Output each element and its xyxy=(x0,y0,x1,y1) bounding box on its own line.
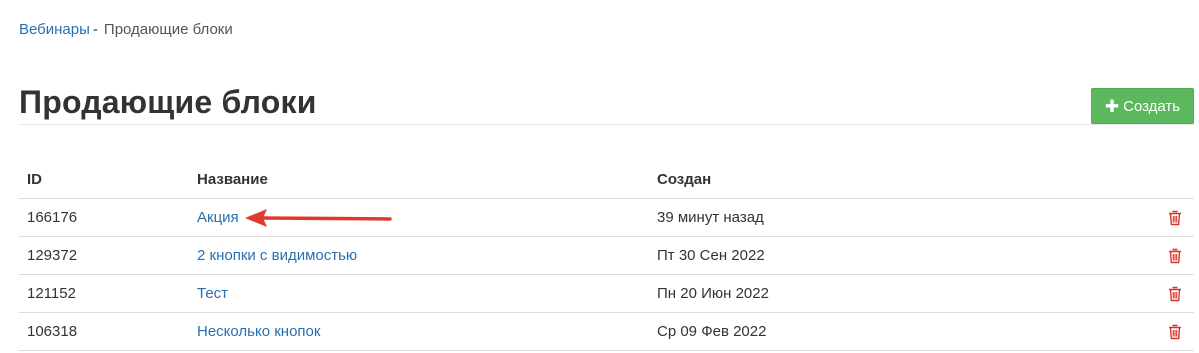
row-created: Пт 30 Сен 2022 xyxy=(649,236,1138,275)
column-header-created: Создан xyxy=(649,160,1138,199)
breadcrumb-separator: - xyxy=(92,21,98,38)
trash-icon[interactable] xyxy=(1168,210,1182,226)
page-header: Продающие блоки ✚ Создать xyxy=(19,78,1194,125)
table-row: 166176 Акция 39 минут назад xyxy=(19,198,1194,237)
column-header-name: Название xyxy=(189,160,649,199)
trash-icon[interactable] xyxy=(1168,286,1182,302)
row-id: 106318 xyxy=(19,312,189,351)
table-row: 129372 2 кнопки с видимостью Пт 30 Сен 2… xyxy=(19,236,1194,275)
row-created: Пн 20 Июн 2022 xyxy=(649,274,1138,313)
page-title: Продающие блоки xyxy=(19,84,317,120)
row-name-link[interactable]: 2 кнопки с видимостью xyxy=(197,247,357,264)
table-row: 121152 Тест Пн 20 Июн 2022 xyxy=(19,274,1194,313)
breadcrumb: Вебинары - Продающие блоки xyxy=(19,20,233,40)
breadcrumb-link-webinars[interactable]: Вебинары xyxy=(19,21,90,38)
row-id: 129372 xyxy=(19,236,189,275)
row-created: Ср 09 Фев 2022 xyxy=(649,312,1138,351)
row-id: 166176 xyxy=(19,198,189,237)
create-button-label: Создать xyxy=(1123,97,1181,115)
breadcrumb-current: Продающие блоки xyxy=(103,21,233,38)
plus-icon: ✚ xyxy=(1104,96,1120,116)
row-name-link[interactable]: Несколько кнопок xyxy=(197,323,320,340)
table-header-row: ID Название Создан xyxy=(19,160,1194,199)
table-row: 106318 Несколько кнопок Ср 09 Фев 2022 xyxy=(19,312,1194,351)
row-created: 39 минут назад xyxy=(649,198,1138,237)
trash-icon[interactable] xyxy=(1168,324,1182,340)
column-header-actions xyxy=(1138,160,1194,199)
blocks-table: ID Название Создан 166176 Акция 39 минут… xyxy=(19,160,1194,351)
trash-icon[interactable] xyxy=(1168,248,1182,264)
row-id: 121152 xyxy=(19,274,189,313)
row-name-link[interactable]: Акция xyxy=(197,209,239,226)
create-button[interactable]: ✚ Создать xyxy=(1091,88,1194,124)
row-name-link[interactable]: Тест xyxy=(197,285,228,302)
column-header-id: ID xyxy=(19,160,189,199)
